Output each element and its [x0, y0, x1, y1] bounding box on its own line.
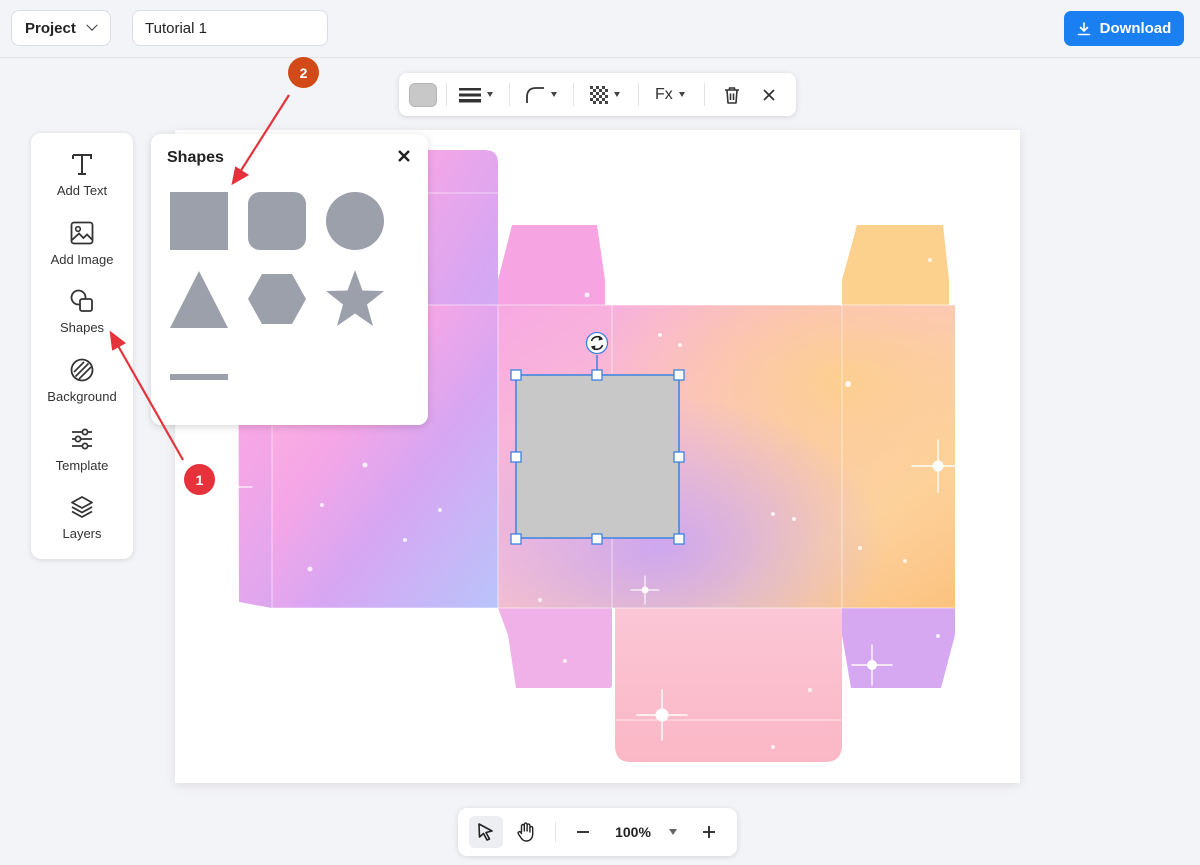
shape-star[interactable] — [325, 269, 385, 329]
toolbar-divider — [704, 83, 705, 106]
annotation-badge-1: 1 — [184, 464, 215, 495]
template-label: Template — [55, 458, 109, 473]
stroke-width-button[interactable] — [459, 73, 493, 116]
corner-radius-icon — [526, 86, 544, 103]
annotation-badge-2: 2 — [288, 57, 319, 88]
zoom-toolbar: 100% — [458, 808, 737, 856]
toolbar-divider — [446, 83, 447, 106]
caret-icon — [487, 92, 493, 97]
selected-rectangle[interactable] — [516, 375, 679, 538]
delete-button[interactable] — [724, 73, 740, 116]
download-label: Download — [1099, 20, 1172, 37]
layers-tool[interactable]: Layers — [31, 494, 133, 554]
effects-button[interactable]: Fx — [655, 73, 685, 116]
template-tool[interactable]: Template — [31, 426, 133, 486]
resize-handle-ne[interactable] — [673, 369, 685, 381]
caret-icon — [678, 92, 685, 97]
hand-icon — [517, 822, 534, 842]
add-text-label: Add Text — [56, 183, 108, 198]
toolbar-divider — [573, 83, 574, 106]
caret-icon — [614, 92, 620, 97]
shape-line[interactable] — [169, 347, 229, 407]
resize-handle-e[interactable] — [673, 451, 685, 463]
layers-label: Layers — [62, 526, 102, 541]
resize-handle-n[interactable] — [591, 369, 603, 381]
add-image-tool[interactable]: Add Image — [31, 220, 133, 280]
background-tool[interactable]: Background — [31, 357, 133, 417]
stroke-width-icon — [459, 87, 481, 102]
project-menu-label: Project — [25, 19, 76, 37]
plus-icon — [703, 826, 715, 838]
cursor-arrow-icon — [478, 823, 493, 841]
fill-color-swatch — [409, 82, 437, 107]
opacity-icon — [590, 85, 608, 104]
zoom-dropdown-button[interactable] — [663, 816, 683, 848]
rotate-handle-icon[interactable] — [585, 331, 609, 355]
project-menu-button[interactable]: Project — [11, 10, 111, 46]
fill-color-button[interactable] — [409, 73, 437, 116]
caret-icon — [669, 829, 677, 835]
shapes-panel-title: Shapes — [167, 149, 224, 166]
resize-handle-se[interactable] — [673, 533, 685, 545]
layers-icon — [71, 496, 93, 518]
toolbar-divider — [509, 83, 510, 106]
zoom-in-button[interactable] — [694, 816, 724, 848]
text-icon — [72, 154, 92, 175]
caret-icon — [551, 92, 557, 97]
resize-handle-s[interactable] — [591, 533, 603, 545]
zoom-out-button[interactable] — [568, 816, 598, 848]
shape-rounded-square[interactable] — [247, 191, 307, 251]
resize-handle-nw[interactable] — [510, 369, 522, 381]
add-image-label: Add Image — [50, 252, 114, 267]
shapes-tool[interactable]: Shapes — [31, 288, 133, 348]
background-icon — [70, 358, 94, 382]
shapes-label: Shapes — [59, 320, 105, 335]
toolbar-divider — [638, 83, 639, 106]
select-tool-button[interactable] — [469, 816, 503, 848]
shape-triangle[interactable] — [169, 269, 229, 329]
resize-handle-w[interactable] — [510, 451, 522, 463]
shapes-icon — [70, 289, 93, 312]
download-icon — [1077, 21, 1090, 35]
hand-tool-button[interactable] — [509, 816, 543, 848]
effects-label: Fx — [655, 85, 673, 103]
close-toolbar-button[interactable] — [763, 73, 775, 116]
image-icon — [70, 221, 94, 245]
format-toolbar: Fx — [399, 73, 796, 116]
add-text-tool[interactable]: Add Text — [31, 151, 133, 211]
chevron-down-icon — [86, 19, 98, 31]
trash-icon — [725, 86, 739, 104]
zoom-level[interactable]: 100% — [608, 816, 658, 848]
corner-radius-button[interactable] — [525, 73, 557, 116]
background-label: Background — [47, 389, 117, 404]
shape-square[interactable] — [169, 191, 229, 251]
close-icon[interactable] — [396, 148, 412, 164]
close-icon — [763, 88, 775, 101]
sliders-icon — [72, 428, 92, 450]
opacity-button[interactable] — [590, 73, 620, 116]
minus-icon — [577, 831, 589, 833]
toolbar-divider — [555, 822, 556, 842]
left-toolbar: Add Text Add Image Shapes Background Tem… — [31, 133, 133, 559]
shapes-panel: Shapes — [151, 134, 428, 425]
resize-handle-sw[interactable] — [510, 533, 522, 545]
top-bar: Project Download — [0, 0, 1200, 58]
shape-circle[interactable] — [325, 191, 385, 251]
shape-hexagon[interactable] — [247, 269, 307, 329]
download-button[interactable]: Download — [1064, 11, 1184, 46]
project-name-input[interactable] — [132, 10, 328, 46]
